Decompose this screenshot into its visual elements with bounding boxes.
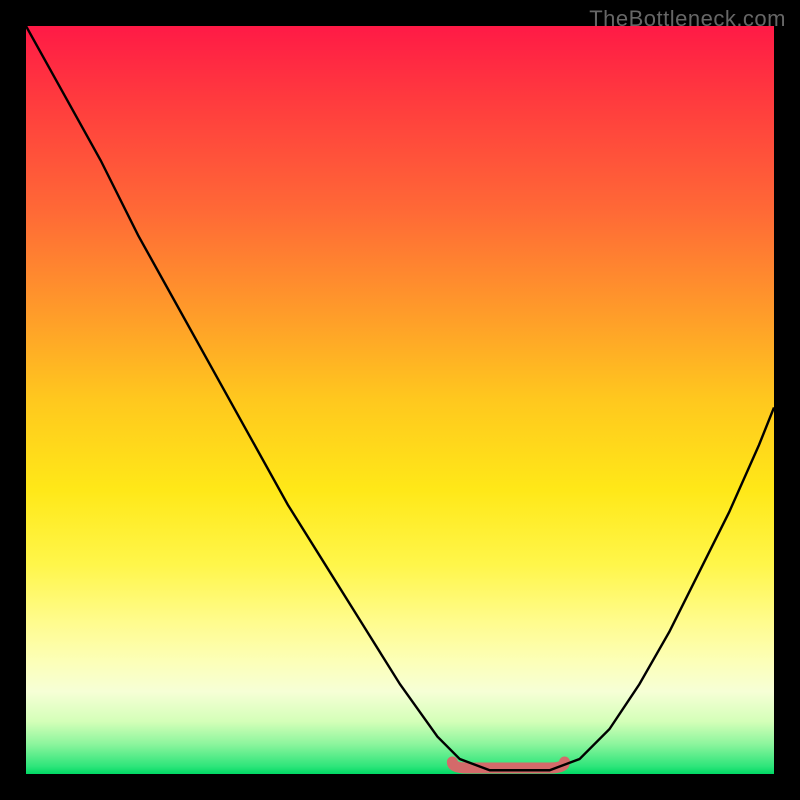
chart-plot-area <box>26 26 774 774</box>
watermark-text: TheBottleneck.com <box>589 6 786 32</box>
bottleneck-curve <box>26 26 774 770</box>
chart-svg <box>26 26 774 774</box>
